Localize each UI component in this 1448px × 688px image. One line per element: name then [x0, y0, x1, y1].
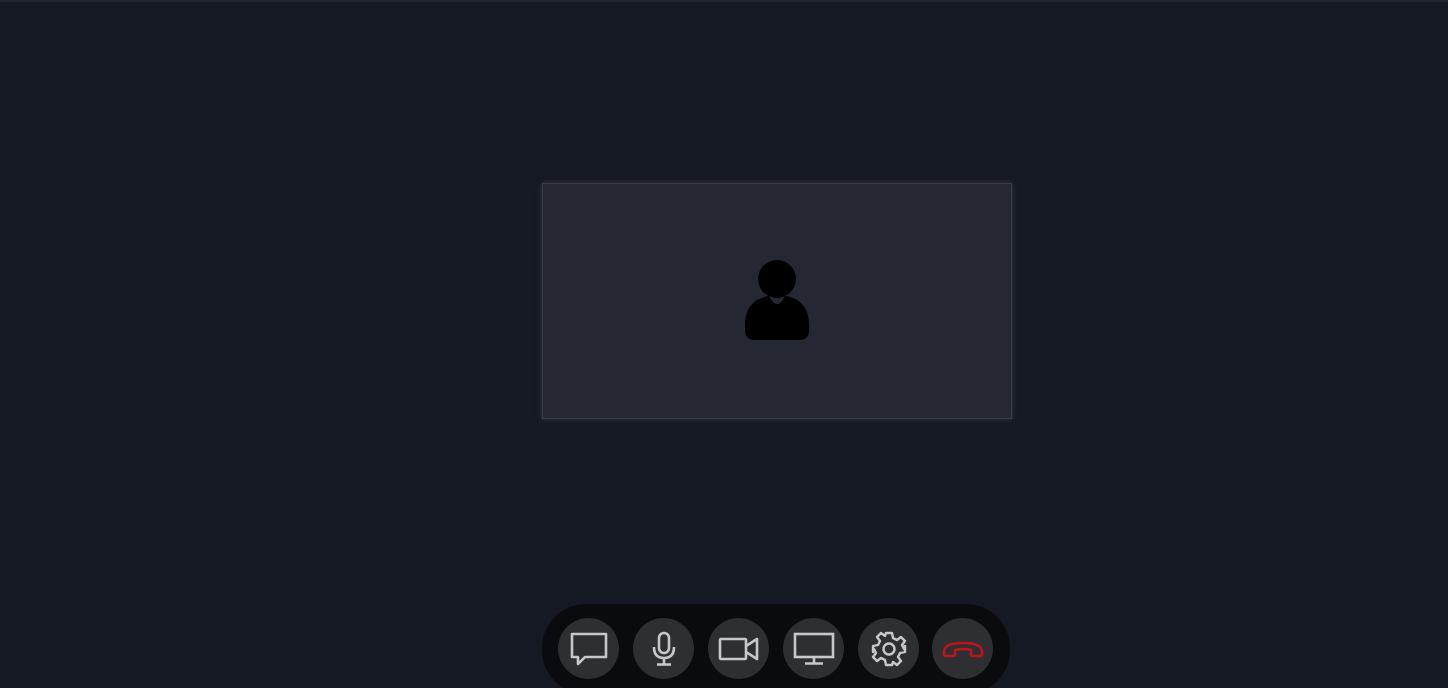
settings-button[interactable]: [858, 618, 919, 679]
gear-icon: [871, 631, 906, 666]
monitor-icon: [793, 632, 834, 665]
hang-up-button[interactable]: [932, 618, 993, 679]
microphone-icon: [652, 631, 675, 666]
camera-button[interactable]: [708, 618, 769, 679]
screen-share-button[interactable]: [783, 618, 844, 679]
chat-button[interactable]: [558, 618, 619, 679]
video-camera-icon: [718, 637, 758, 660]
user-silhouette-icon: [745, 260, 809, 340]
call-controls-bar: [542, 604, 1010, 688]
chat-bubble-icon: [570, 632, 607, 665]
window-top-border: [0, 0, 1448, 2]
phone-hangup-icon: [942, 641, 983, 657]
microphone-button[interactable]: [633, 618, 694, 679]
participant-video-tile[interactable]: [542, 183, 1012, 419]
call-stage: [0, 0, 1448, 688]
